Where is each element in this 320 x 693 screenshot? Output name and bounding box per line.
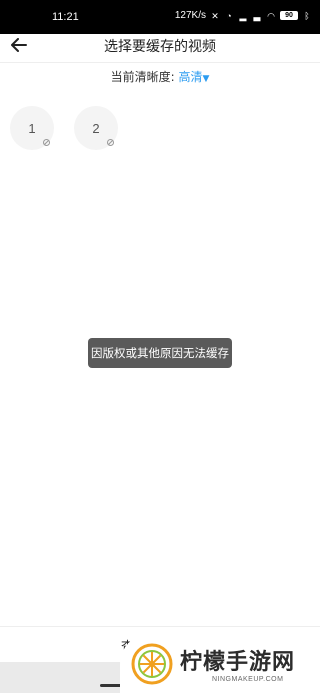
bottom-divider — [0, 626, 320, 627]
quality-row: 当前清晰度: 高清▼ — [0, 68, 320, 85]
app-header: 选择要缓存的视频 — [0, 34, 320, 58]
status-time: 11:21 — [52, 11, 79, 23]
header-divider — [0, 62, 320, 63]
caret-down-icon[interactable]: ▼ — [202, 74, 209, 84]
wifi-icon: ◠ — [267, 10, 275, 21]
toast-message: 因版权或其他原因无法缓存 — [88, 338, 232, 368]
episode-item-1[interactable]: 1 — [10, 106, 54, 150]
watermark-url: NINGMAKEUP.COM — [212, 676, 284, 683]
status-icons: 127K/s ✕ ◔ ▂ ▃ ◠ 90 ᛒ — [175, 10, 312, 21]
signal-icon: ▂ — [239, 10, 247, 21]
home-indicator[interactable] — [100, 684, 122, 687]
status-bar: 11:21 127K/s ✕ ◔ ▂ ▃ ◠ 90 ᛒ — [0, 0, 320, 34]
watermark: 柠檬手游网 NINGMAKEUP.COM — [120, 634, 320, 693]
lemon-logo-icon — [131, 643, 173, 685]
episode-number: 1 — [28, 120, 36, 136]
quality-label: 当前清晰度: — [110, 70, 179, 84]
alarm-icon: ◔ — [226, 10, 232, 21]
net-speed: 127K/s — [174, 10, 206, 21]
battery-icon: 90 — [280, 11, 298, 20]
unavailable-icon — [107, 139, 114, 146]
unavailable-icon — [43, 139, 50, 146]
episode-item-2[interactable]: 2 — [74, 106, 118, 150]
quality-selector[interactable]: 高清 — [178, 70, 202, 84]
signal-icon-2: ▃ — [253, 10, 261, 21]
episode-number: 2 — [92, 120, 100, 136]
bluetooth-icon: ᛒ — [304, 10, 310, 21]
mute-icon: ✕ — [211, 10, 219, 21]
page-title: 选择要缓存的视频 — [104, 39, 216, 55]
watermark-brand: 柠檬手游网 — [180, 650, 296, 675]
